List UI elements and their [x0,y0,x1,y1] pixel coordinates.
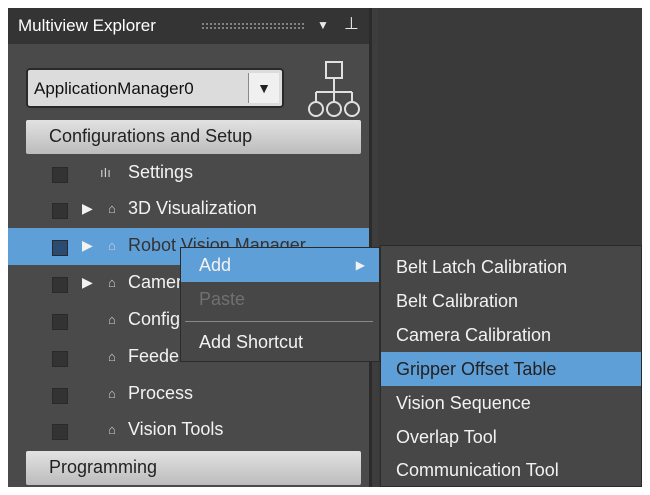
chevron-down-icon[interactable]: ▼ [248,73,279,103]
panel-titlebar: Multiview Explorer ▼ ⊥ [8,8,369,44]
section-label: Configurations and Setup [49,126,253,146]
caret-down-icon[interactable]: ▼ [317,18,329,32]
expand-arrow-icon[interactable]: ▶ [82,274,93,291]
folder-icon: ⌂ [108,312,116,327]
checkbox[interactable] [52,203,68,219]
tree-item-3d-visualization[interactable]: ▶ ⌂ 3D Visualization [8,191,369,228]
tree-item-label: Vision Tools [128,419,224,439]
menu-item-label: Overlap Tool [396,427,497,447]
tree-item-label: Settings [128,162,194,182]
tree-item-process[interactable]: ⌂ Process [8,376,369,413]
folder-icon: ⌂ [108,386,116,401]
checkbox[interactable] [52,167,68,183]
checkbox[interactable] [52,388,68,404]
section-programming[interactable]: Programming [26,451,361,485]
menu-item-add[interactable]: Add ▶ [181,248,379,282]
menu-item-label: Communication Tool [396,460,559,480]
checkbox[interactable] [52,277,68,293]
menu-item-label: Add [199,255,232,275]
checkbox[interactable] [52,351,68,367]
folder-icon: ⌂ [108,275,116,290]
submenu-item-overlap-tool[interactable]: Overlap Tool [381,420,641,454]
folder-icon: ⌂ [108,349,116,364]
drag-grip-icon[interactable] [201,22,306,30]
menu-item-add-shortcut[interactable]: Add Shortcut [181,325,379,359]
submenu-item-communication-tool[interactable]: Communication Tool [381,453,641,487]
tree-item-label: Camer [128,272,183,292]
tree-item-label: Process [128,383,194,403]
pin-icon[interactable]: ⊥ [344,14,359,34]
folder-icon: ⌂ [108,238,116,253]
submenu-item-gripper-offset-table[interactable]: Gripper Offset Table [381,352,641,386]
menu-item-paste[interactable]: Paste [181,282,379,316]
application-selector[interactable]: ApplicationManager0 ▼ [26,68,284,108]
submenu-arrow-icon: ▶ [355,258,365,272]
menu-item-label: Belt Calibration [396,291,519,311]
menu-item-label: Camera Calibration [396,325,552,345]
checkbox[interactable] [52,424,68,440]
menu-item-label: Gripper Offset Table [396,359,557,379]
expand-arrow-icon[interactable]: ▶ [82,237,93,254]
hierarchy-icon[interactable] [304,58,364,128]
add-submenu: Belt Latch Calibration Belt Calibration … [380,245,642,487]
menu-item-label: Belt Latch Calibration [396,257,568,277]
checkbox[interactable] [52,314,68,330]
section-configurations-and-setup[interactable]: Configurations and Setup [26,120,361,154]
tree-item-label: Config [128,309,181,329]
tree-item-label: 3D Visualization [128,198,257,218]
menu-item-label: Paste [199,289,246,309]
menu-separator [185,321,373,322]
checkbox[interactable] [52,240,68,256]
folder-icon: ⌂ [108,422,116,437]
tree-item-vision-tools[interactable]: ⌂ Vision Tools [8,412,369,449]
submenu-item-vision-sequence[interactable]: Vision Sequence [381,386,641,420]
submenu-item-camera-calibration[interactable]: Camera Calibration [381,318,641,352]
panel-title: Multiview Explorer [18,16,156,35]
submenu-item-belt-calibration[interactable]: Belt Calibration [381,284,641,318]
settings-icon: ıIı [100,165,111,180]
context-menu: Add ▶ Paste Add Shortcut [180,247,380,362]
expand-arrow-icon[interactable]: ▶ [82,200,93,217]
folder-icon: ⌂ [108,201,116,216]
menu-item-label: Add Shortcut [199,332,304,352]
application-selector-value: ApplicationManager0 [34,79,194,98]
submenu-item-belt-latch-calibration[interactable]: Belt Latch Calibration [381,250,641,284]
tree-item-settings[interactable]: ıIı Settings [8,155,369,192]
section-label: Programming [49,457,158,477]
menu-item-label: Vision Sequence [396,393,531,413]
